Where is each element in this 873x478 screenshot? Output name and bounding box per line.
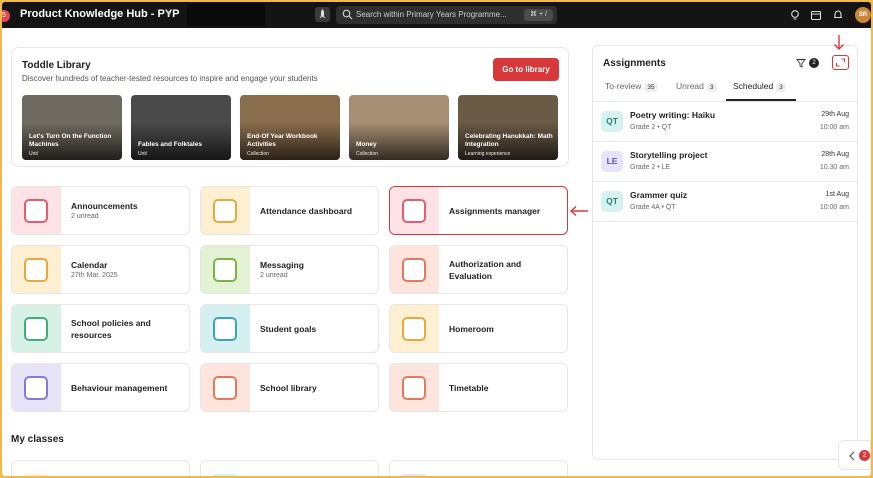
class-card[interactable] bbox=[200, 460, 379, 476]
library-subtitle: Discover hundreds of teacher-tested reso… bbox=[22, 74, 318, 83]
class-card[interactable] bbox=[11, 460, 190, 476]
chevron-left-icon bbox=[849, 451, 855, 461]
notification-dot: 5 bbox=[2, 10, 10, 22]
library-card-title: Celebrating Hanukkah: Math Integration bbox=[465, 133, 553, 148]
assignment-time: 10:00 am bbox=[819, 204, 849, 211]
assignment-date: 28th Aug bbox=[821, 151, 849, 158]
library-card-title: Let's Turn On the Function Machines bbox=[29, 133, 112, 148]
timetable-icon bbox=[402, 376, 426, 400]
assignment-title: Poetry writing: Haiku bbox=[630, 110, 716, 120]
tile-authorization-evaluation[interactable]: Authorization and Evaluation bbox=[389, 245, 568, 294]
assignment-type-badge: QT bbox=[601, 111, 623, 132]
tile-attendance-dashboard[interactable]: Attendance dashboard bbox=[200, 186, 379, 235]
tile-behaviour-management[interactable]: Behaviour management bbox=[11, 363, 190, 412]
tile-assignments-manager[interactable]: Assignments manager bbox=[389, 186, 568, 235]
assignments-panel: Assignments 2 To-review 35 Unread 3 Schedu… bbox=[592, 45, 858, 460]
assignments-title: Assignments bbox=[603, 58, 666, 69]
calendar-icon[interactable] bbox=[810, 9, 822, 21]
assignment-title: Grammer quiz bbox=[630, 190, 688, 200]
tile-announcements[interactable]: Announcements 2 unread bbox=[11, 186, 190, 235]
filter-icon[interactable] bbox=[796, 58, 806, 68]
section-title-my-classes: My classes bbox=[11, 434, 64, 445]
policy-doc-icon bbox=[24, 317, 48, 341]
library-card-type: Unit bbox=[138, 151, 147, 157]
search-shortcut: ⌘ + / bbox=[524, 9, 553, 21]
expand-button[interactable] bbox=[832, 55, 849, 70]
tile-messaging[interactable]: Messaging 2 unread bbox=[200, 245, 379, 294]
collapse-badge: 2 bbox=[859, 450, 870, 461]
assignment-title: Storytelling project bbox=[630, 150, 708, 160]
tile-school-library[interactable]: School library bbox=[200, 363, 379, 412]
library-card-type: Learning experience bbox=[465, 151, 511, 157]
tab-unread[interactable]: Unread 3 bbox=[676, 81, 717, 92]
assignment-meta: Grade 2 • LE bbox=[630, 164, 671, 171]
toddle-library-card: Toddle Library Discover hundreds of teac… bbox=[11, 47, 569, 167]
tile-calendar[interactable]: Calendar 27th Mar, 2025 bbox=[11, 245, 190, 294]
search-placeholder: Search within Primary Years Programme... bbox=[356, 10, 507, 19]
expand-icon bbox=[836, 58, 845, 67]
library-card-type: Collection bbox=[356, 151, 378, 157]
heart-head-icon bbox=[24, 376, 48, 400]
assignment-date: 1st Aug bbox=[825, 191, 849, 198]
megaphone-icon bbox=[24, 199, 48, 223]
assignment-type-badge: LE bbox=[601, 151, 623, 172]
assignment-time: 10.30 am bbox=[819, 164, 849, 171]
document-badge-icon bbox=[402, 258, 426, 282]
library-card-type: Collection bbox=[247, 151, 269, 157]
library-card-title: End-Of Year Workbook Activities bbox=[247, 133, 318, 148]
bell-icon[interactable] bbox=[832, 9, 844, 21]
workspace-title[interactable]: Product Knowledge Hub - PYP bbox=[20, 8, 180, 20]
tile-homeroom[interactable]: Homeroom bbox=[389, 304, 568, 353]
filter-count-badge: 2 bbox=[809, 58, 819, 68]
search-icon bbox=[342, 9, 353, 20]
library-card[interactable]: Celebrating Hanukkah: Math Integration L… bbox=[458, 95, 558, 160]
assignment-row[interactable]: QT Poetry writing: Haiku Grade 2 • QT 29… bbox=[593, 102, 857, 142]
library-title: Toddle Library bbox=[22, 60, 91, 71]
rocket-icon[interactable] bbox=[315, 7, 330, 22]
backpack-icon bbox=[402, 317, 426, 341]
tab-to-review[interactable]: To-review 35 bbox=[605, 81, 658, 92]
library-card-title: Money bbox=[356, 141, 377, 148]
arrow-left-icon bbox=[569, 205, 588, 217]
target-icon bbox=[213, 317, 237, 341]
library-card[interactable]: Fables and Folktales Unit bbox=[131, 95, 231, 160]
app-window: 5 Product Knowledge Hub - PYP ▼ Search w… bbox=[2, 2, 871, 476]
tile-school-policies[interactable]: School policies and resources bbox=[11, 304, 190, 353]
assignment-meta: Grade 4A • QT bbox=[630, 204, 676, 211]
tab-scheduled[interactable]: Scheduled 3 bbox=[733, 81, 786, 92]
avatar[interactable]: SR bbox=[855, 7, 871, 23]
top-bar: 5 Product Knowledge Hub - PYP ▼ Search w… bbox=[2, 2, 871, 28]
class-card[interactable] bbox=[389, 460, 568, 476]
assignment-type-badge: QT bbox=[601, 191, 623, 212]
library-card[interactable]: Let's Turn On the Function Machines Unit bbox=[22, 95, 122, 160]
assignment-time: 10:00 am bbox=[819, 124, 849, 131]
calendar-icon bbox=[24, 258, 48, 282]
assignment-row[interactable]: QT Grammer quiz Grade 4A • QT 1st Aug 10… bbox=[593, 182, 857, 222]
library-card-title: Fables and Folktales bbox=[138, 141, 202, 148]
chevron-down-icon[interactable]: ▼ bbox=[165, 9, 173, 18]
collapse-panel-button[interactable]: 2 bbox=[838, 440, 871, 470]
assignment-row[interactable]: LE Storytelling project Grade 2 • LE 28t… bbox=[593, 142, 857, 182]
lightbulb-icon[interactable] bbox=[789, 9, 801, 21]
books-icon bbox=[213, 376, 237, 400]
go-to-library-button[interactable]: Go to library bbox=[493, 58, 559, 81]
arrow-down-icon bbox=[834, 35, 844, 50]
tile-timetable[interactable]: Timetable bbox=[389, 363, 568, 412]
chat-icon bbox=[213, 258, 237, 282]
checklist-icon bbox=[402, 199, 426, 223]
assignment-meta: Grade 2 • QT bbox=[630, 124, 672, 131]
library-card[interactable]: End-Of Year Workbook Activities Collecti… bbox=[240, 95, 340, 160]
tile-student-goals[interactable]: Student goals bbox=[200, 304, 379, 353]
active-tab-indicator bbox=[726, 99, 796, 101]
library-card[interactable]: Money Collection bbox=[349, 95, 449, 160]
clipboard-icon bbox=[213, 199, 237, 223]
search-input[interactable]: Search within Primary Years Programme...… bbox=[336, 6, 557, 24]
library-card-type: Unit bbox=[29, 151, 38, 157]
redacted-area bbox=[187, 4, 265, 26]
assignment-date: 29th Aug bbox=[821, 111, 849, 118]
